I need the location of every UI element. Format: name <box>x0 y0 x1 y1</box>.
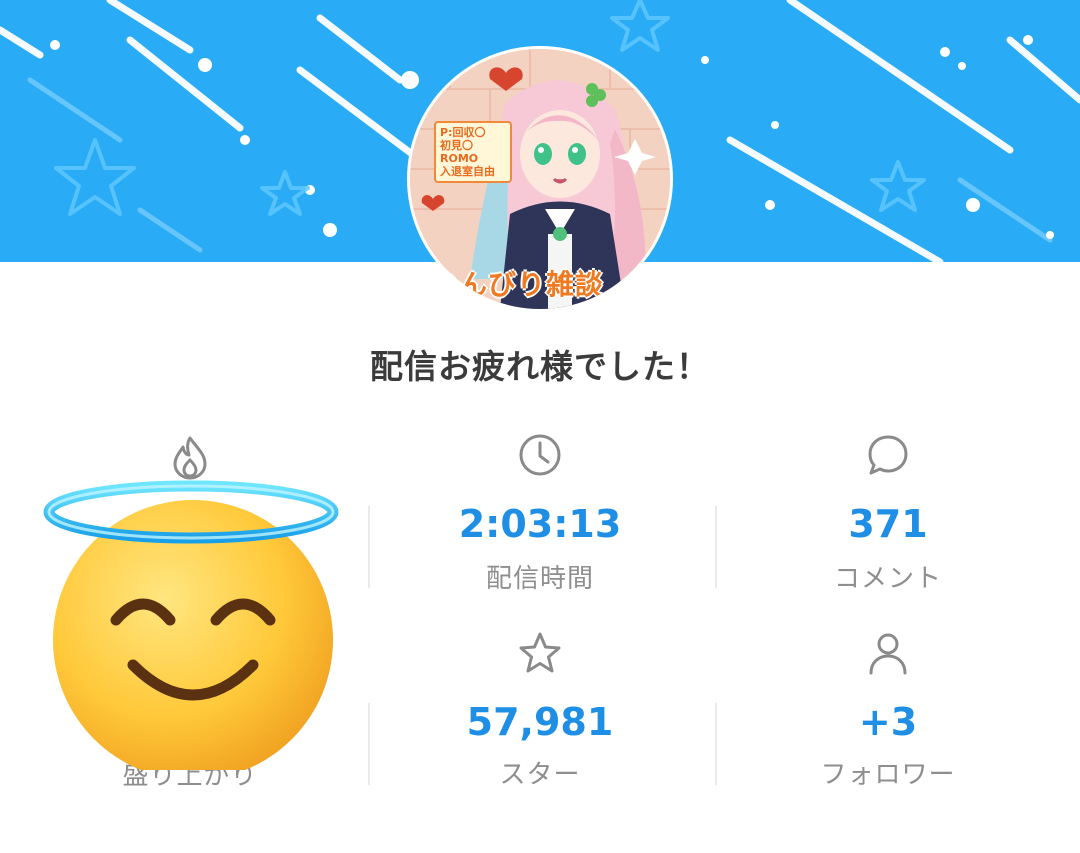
stat-comments: 371 コメント <box>718 430 1058 600</box>
avatar-stream-title: のんびり雑談 <box>430 268 605 301</box>
avatar-note-card: P:回収〇 初見〇 ROMO 入退室自由 <box>434 121 512 183</box>
star-icon <box>519 632 561 673</box>
halo-smiley-sticker <box>43 480 339 770</box>
stat-label: スター <box>499 760 581 790</box>
avatar-note-line: ROMO <box>440 152 479 165</box>
avatar-note-line: P:回収〇 <box>440 126 486 139</box>
stat-stream-time: 2:03:13 配信時間 <box>370 430 710 600</box>
avatar-note-line: 初見〇 <box>440 139 473 152</box>
clock-icon <box>519 434 561 476</box>
stream-summary-screen: P:回収〇 初見〇 ROMO 入退室自由 のんびり雑談 配信お疲れ様でした！ 盛… <box>0 0 1080 853</box>
avatar-note-line: 入退室自由 <box>440 165 495 178</box>
column-divider <box>715 703 717 785</box>
stat-label: 配信時間 <box>485 564 594 594</box>
stat-stars: 57,981 スター <box>370 628 710 798</box>
person-icon <box>869 633 907 675</box>
stat-value: 371 <box>848 502 928 546</box>
stat-value: 57,981 <box>466 700 614 744</box>
stat-label: コメント <box>833 564 942 594</box>
stat-label: フォロワー <box>820 760 956 790</box>
completion-message: 配信お疲れ様でした！ <box>370 347 710 386</box>
stat-value: 2:03:13 <box>458 502 622 546</box>
stat-value: +3 <box>858 700 918 744</box>
streamer-avatar[interactable]: P:回収〇 初見〇 ROMO 入退室自由 のんびり雑談 <box>407 46 673 312</box>
column-divider <box>715 506 717 588</box>
speech-bubble-icon <box>868 435 908 475</box>
avatar-image: P:回収〇 初見〇 ROMO 入退室自由 のんびり雑談 <box>410 49 670 309</box>
stat-followers: +3 フォロワー <box>718 628 1058 798</box>
